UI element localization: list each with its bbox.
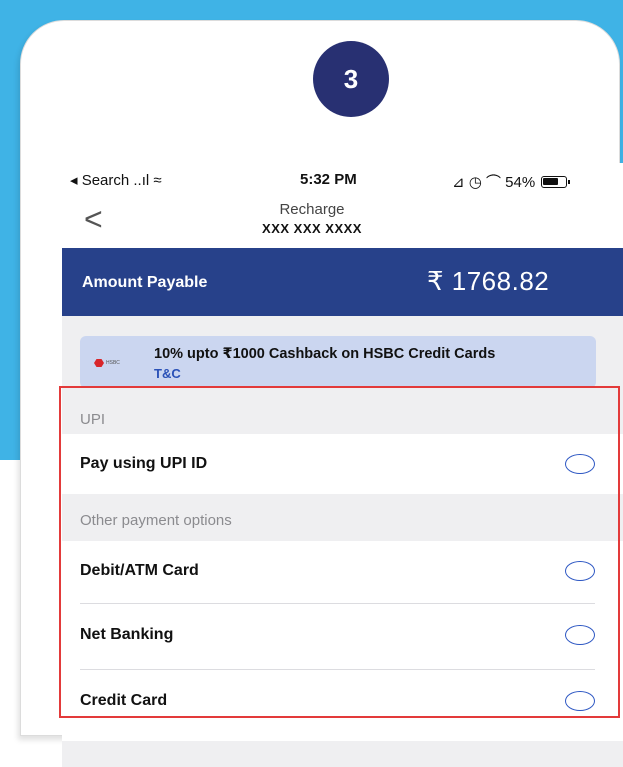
upi-id-option[interactable]: Pay using UPI ID [62,434,623,494]
net-banking-label: Net Banking [80,626,174,643]
credit-card-option[interactable]: Credit Card [62,671,623,731]
net-banking-radio[interactable] [565,625,595,645]
hsbc-hexagon-icon [94,359,104,367]
status-bar: ◂ Search ..ıl ≈ 5:32 PM ⊿ ◷ ⌒ 54% [62,163,612,195]
amount-payable-label: Amount Payable [82,274,208,291]
status-back-to-search[interactable]: ◂ Search ..ıl ≈ [70,171,162,189]
upi-section-header: UPI [80,411,106,428]
phone-screen: ◂ Search ..ıl ≈ 5:32 PM ⊿ ◷ ⌒ 54% < Rech… [62,163,623,767]
credit-card-radio[interactable] [565,691,595,711]
status-right-icons: ⊿ ◷ ⌒ 54% [452,171,571,192]
offer-text: 10% upto ₹1000 Cashback on HSBC Credit C… [154,346,496,362]
divider [80,669,595,670]
debit-card-option[interactable]: Debit/ATM Card [62,541,623,601]
debit-card-radio[interactable] [565,561,595,581]
credit-card-label: Credit Card [80,692,168,709]
upi-id-label: Pay using UPI ID [80,455,208,472]
status-indicators: ⊿ ◷ ⌒ 54% [452,174,536,191]
step-badge: 3 [313,41,389,117]
battery-icon [541,175,571,188]
amount-payable-bar: Amount Payable ₹ 1768.82 [62,248,623,316]
page-title: Recharge [279,201,345,218]
offer-banner[interactable]: HSBC 10% upto ₹1000 Cashback on HSBC Cre… [80,336,596,388]
hsbc-logo: HSBC [94,358,126,368]
hsbc-logo-text: HSBC [106,360,120,366]
terms-link[interactable]: T&C [154,366,181,381]
upi-id-radio[interactable] [565,454,595,474]
nav-bar: < Recharge XXX XXX XXXX [62,195,623,245]
debit-card-label: Debit/ATM Card [80,562,199,579]
net-banking-option[interactable]: Net Banking [62,605,623,665]
status-time: 5:32 PM [300,171,357,188]
divider [80,603,595,604]
phone-number: XXX XXX XXXX [262,221,362,236]
other-options-header: Other payment options [80,512,232,529]
amount-payable-value: ₹ 1768.82 [427,266,550,296]
